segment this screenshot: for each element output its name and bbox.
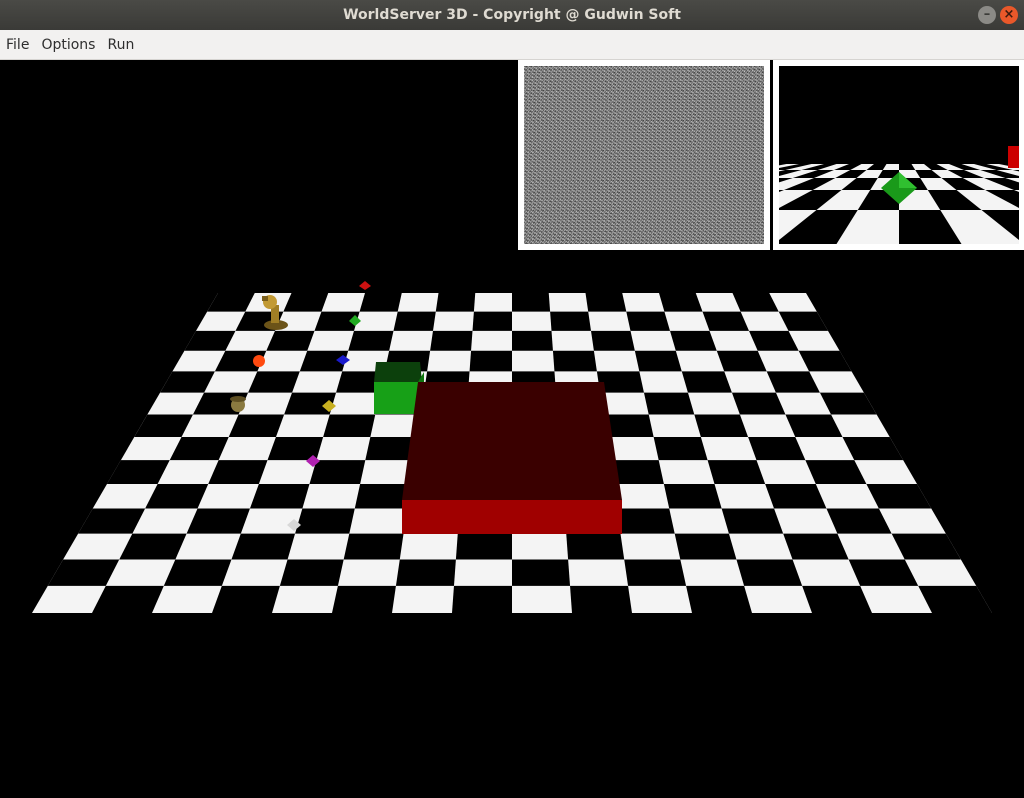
floor-check (643, 392, 695, 415)
window-titlebar[interactable]: WorldServer 3D - Copyright @ Gudwin Soft… (0, 0, 1024, 30)
creature-camera-view (779, 66, 1019, 244)
camera-red-brick (1008, 146, 1019, 168)
floor-check (736, 559, 803, 586)
floor-check (653, 437, 708, 461)
floor-check (395, 559, 456, 586)
floor-check (343, 533, 404, 560)
floor-check (707, 460, 766, 485)
floor-check (249, 484, 310, 509)
close-icon[interactable]: × (1000, 6, 1018, 24)
floor-check (469, 350, 512, 372)
floor-check (208, 460, 268, 485)
menu-options[interactable]: Options (35, 30, 101, 60)
food-apple[interactable] (253, 355, 265, 367)
floor-check (309, 460, 366, 485)
floor-check (332, 585, 396, 613)
floor-check (231, 533, 296, 560)
floor-check (748, 437, 806, 461)
floor-check (186, 508, 250, 534)
minimize-icon[interactable]: – (978, 6, 996, 24)
menu-run[interactable]: Run (101, 30, 140, 60)
floor-check (552, 350, 597, 372)
floor-check (393, 311, 436, 331)
floor-check (659, 293, 703, 312)
floor-check (765, 484, 827, 509)
floor-check (585, 293, 627, 312)
floor-check (512, 330, 553, 351)
floor-check (663, 484, 722, 509)
floor-check (626, 311, 671, 331)
floor-check (802, 585, 872, 613)
menu-file[interactable]: File (0, 30, 35, 60)
floor-check (686, 585, 752, 613)
floor-check (550, 311, 592, 331)
floor-check (634, 350, 682, 372)
floor-check (681, 371, 732, 393)
floor-check (435, 293, 476, 312)
floor-check (591, 330, 635, 351)
jewel-red[interactable] (359, 281, 371, 290)
floor-check (670, 330, 717, 351)
floor-check (721, 508, 784, 534)
floor-check (323, 414, 376, 437)
floor-check (163, 559, 232, 586)
floor-check (455, 533, 512, 560)
window-title: WorldServer 3D - Copyright @ Gudwin Soft (343, 7, 681, 23)
window-controls: – × (978, 6, 1018, 24)
floor-check (472, 311, 512, 331)
menubar: File Options Run (0, 30, 1024, 60)
floor-check (694, 414, 749, 437)
noise-camera-view (524, 66, 764, 244)
floor-check (212, 585, 280, 613)
floor-check (616, 508, 675, 534)
floor-check (512, 559, 571, 586)
3d-viewport[interactable] (0, 60, 1024, 798)
floor-check (279, 559, 344, 586)
floor-check (570, 585, 632, 613)
floor-check (348, 330, 394, 351)
floor-check (512, 293, 551, 312)
floor-check (566, 533, 625, 560)
floor-check (359, 293, 402, 312)
floor-check (624, 559, 687, 586)
floor-check (674, 533, 737, 560)
floor-check (430, 330, 473, 351)
floor-check (295, 508, 355, 534)
red-brick[interactable] (402, 382, 622, 534)
floor-check (783, 533, 849, 560)
floor-check (452, 585, 512, 613)
